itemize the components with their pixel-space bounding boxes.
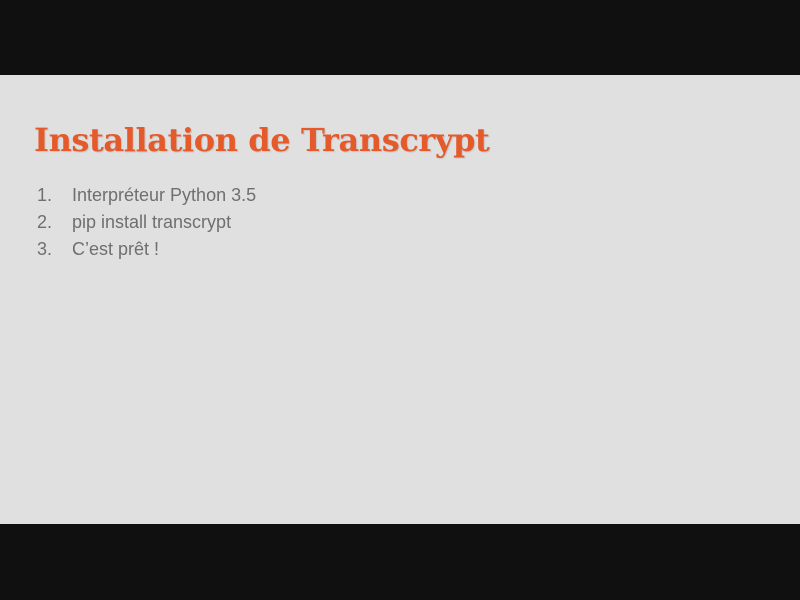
- step-number: 1.: [37, 185, 53, 205]
- presentation-slide: Installation de Transcrypt 1. Interpréte…: [0, 75, 800, 524]
- video-frame: Installation de Transcrypt 1. Interpréte…: [0, 0, 800, 600]
- step-number: 3.: [37, 239, 53, 259]
- step-text: pip install transcrypt: [72, 212, 232, 232]
- slide-title: Installation de Transcrypt: [34, 121, 490, 159]
- step-number: 2.: [37, 212, 53, 232]
- step-text: Interpréteur Python 3.5: [72, 185, 257, 205]
- step-text: C’est prêt !: [72, 239, 160, 259]
